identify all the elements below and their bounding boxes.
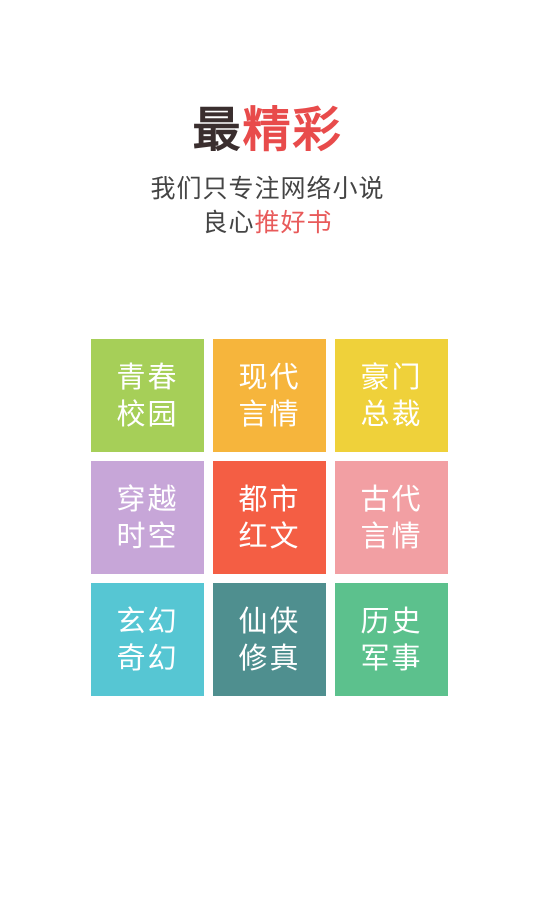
category-tile-urban[interactable]: 都市 红文 xyxy=(213,461,326,574)
category-label-line2: 奇幻 xyxy=(116,640,179,675)
tagline-prefix: 良心 xyxy=(202,208,255,237)
category-label-line2: 总裁 xyxy=(360,396,423,431)
category-label-line2: 军事 xyxy=(360,640,423,675)
category-tile-xianxia[interactable]: 仙侠 修真 xyxy=(213,583,326,696)
category-label-line2: 红文 xyxy=(238,518,301,553)
category-label-line1: 现代 xyxy=(238,359,301,394)
tagline-line-1: 我们只专注网络小说 xyxy=(150,174,385,203)
category-tile-fantasy[interactable]: 玄幻 奇幻 xyxy=(91,583,204,696)
header: 最精彩 我们只专注网络小说 良心推好书 xyxy=(0,100,535,240)
category-label-line1: 古代 xyxy=(360,481,423,516)
category-label-line2: 校园 xyxy=(116,396,179,431)
logo-part-1: 最 xyxy=(192,102,243,158)
category-tile-youth-campus[interactable]: 青春 校园 xyxy=(91,339,204,452)
category-tile-ceo-romance[interactable]: 豪门 总裁 xyxy=(335,339,448,452)
tagline-highlight: 推好书 xyxy=(254,208,333,237)
category-label-line2: 修真 xyxy=(238,640,301,675)
category-tile-history-military[interactable]: 历史 军事 xyxy=(335,583,448,696)
category-label-line2: 言情 xyxy=(238,396,301,431)
category-label-line2: 时空 xyxy=(116,518,179,553)
category-tile-modern-romance[interactable]: 现代 言情 xyxy=(213,339,326,452)
category-label-line1: 青春 xyxy=(116,359,179,394)
category-label-line1: 仙侠 xyxy=(238,603,301,638)
category-label-line2: 言情 xyxy=(360,518,423,553)
tagline-line-2: 良心推好书 xyxy=(0,206,535,240)
category-tile-time-travel[interactable]: 穿越 时空 xyxy=(91,461,204,574)
logo-part-2: 精彩 xyxy=(242,102,343,158)
category-grid: 青春 校园 现代 言情 豪门 总裁 穿越 时空 都市 红文 古代 言情 玄幻 奇… xyxy=(91,339,448,696)
category-label-line1: 穿越 xyxy=(116,481,179,516)
category-label-line1: 历史 xyxy=(360,603,423,638)
category-tile-ancient-romance[interactable]: 古代 言情 xyxy=(335,461,448,574)
category-label-line1: 都市 xyxy=(238,481,301,516)
category-label-line1: 玄幻 xyxy=(116,603,179,638)
category-label-line1: 豪门 xyxy=(360,359,423,394)
app-logo: 最精彩 xyxy=(0,100,535,160)
